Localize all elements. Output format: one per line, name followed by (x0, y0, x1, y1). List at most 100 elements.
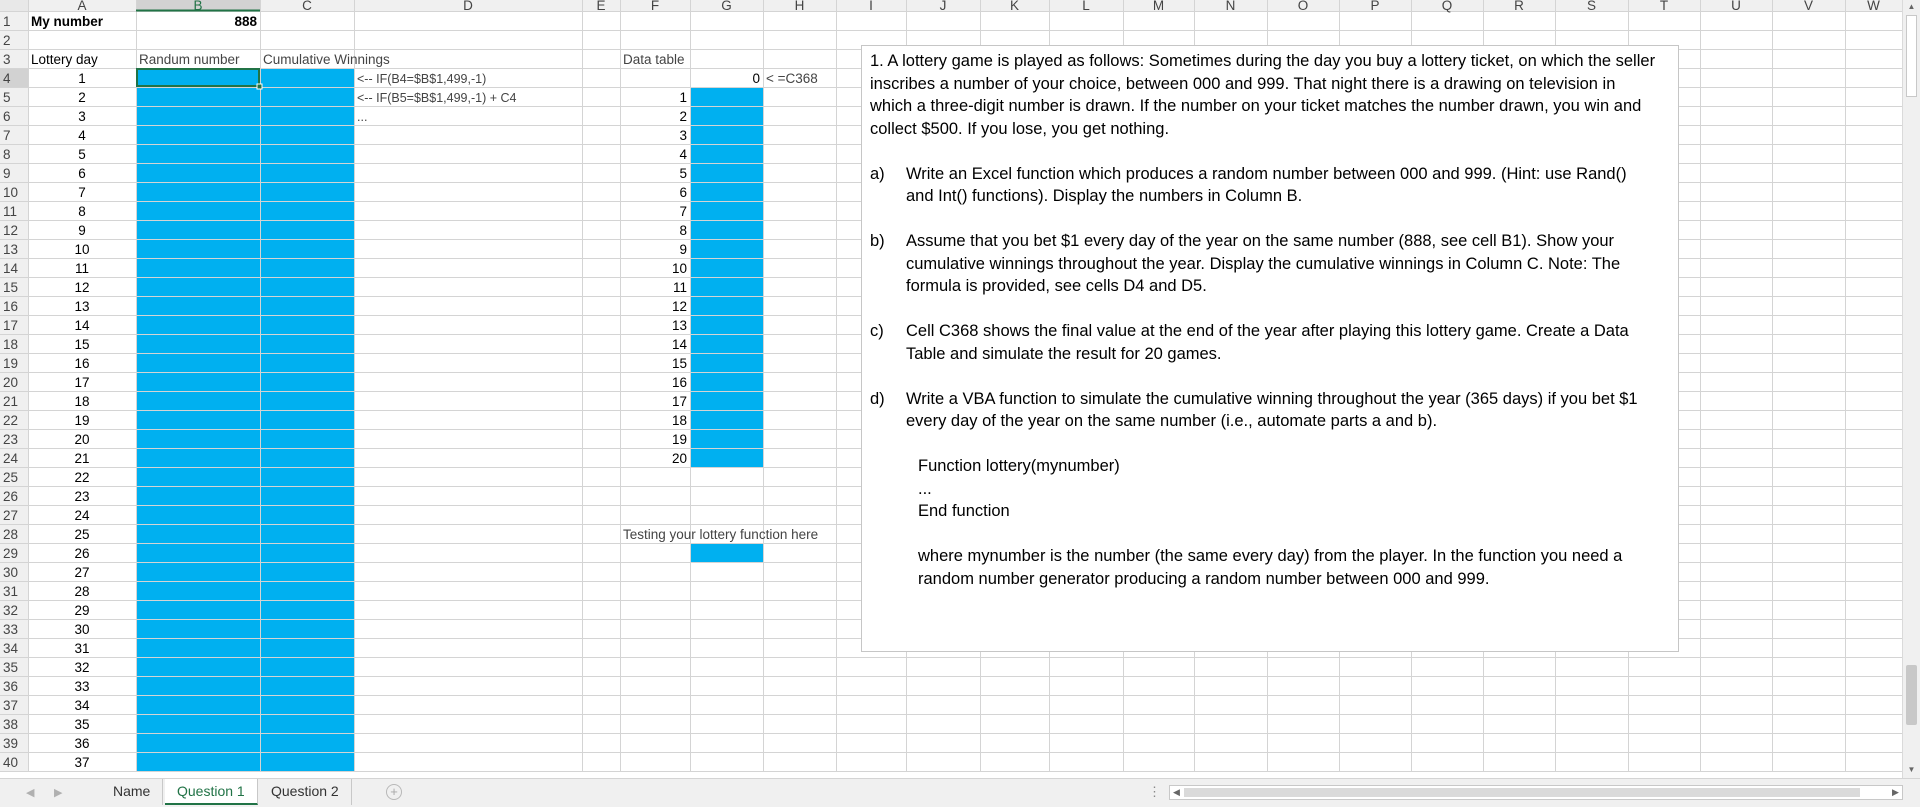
question-textbox[interactable]: 1. A lottery game is played as follows: … (861, 45, 1679, 652)
row-header: 14 (3, 261, 19, 276)
column-header: B (193, 0, 202, 13)
lottery-day-cell: 21 (74, 451, 89, 466)
add-sheet-icon[interactable]: + (386, 784, 402, 800)
row-header: 35 (3, 660, 18, 675)
row-header: 9 (3, 166, 11, 181)
lottery-day-cell: 14 (74, 318, 90, 333)
cell-b1: 888 (234, 14, 257, 29)
fill-handle[interactable] (256, 83, 263, 90)
scroll-left-icon[interactable]: ◀ (1170, 786, 1183, 799)
column-header: S (1587, 0, 1596, 13)
lottery-day-cell: 2 (78, 90, 86, 105)
cell-f3: Data table (623, 52, 685, 67)
data-table-index-cell: 11 (673, 280, 687, 295)
column-header: A (77, 0, 86, 13)
scroll-right-icon[interactable]: ▶ (1889, 786, 1902, 799)
column-header: N (1226, 0, 1236, 13)
part-c: c) Cell C368 shows the final value at th… (870, 320, 1656, 365)
next-sheet-icon[interactable]: ▶ (54, 786, 62, 799)
part-d-label: d) (870, 389, 885, 408)
sheet-tab-bar: ◀ ▶ Name Question 1 Question 2 + ⋮ ◀ ▶ (0, 778, 1920, 807)
row-header: 29 (3, 546, 18, 561)
lottery-day-cell: 36 (74, 736, 89, 751)
lottery-day-cell: 4 (78, 128, 86, 143)
column-header: W (1867, 0, 1880, 13)
data-table-index-cell: 18 (672, 413, 687, 428)
data-table-index-cell: 17 (672, 394, 687, 409)
lottery-day-cell: 23 (74, 489, 89, 504)
select-all-corner[interactable] (0, 0, 28, 11)
column-header: R (1514, 0, 1524, 13)
lottery-day-cell: 29 (74, 603, 89, 618)
data-table-index-cell: 12 (672, 299, 687, 314)
vertical-scrollbar[interactable]: ▲ ▼ (1902, 0, 1920, 778)
code-line-1: Function lottery(mynumber) (918, 457, 1120, 475)
row-header: 8 (3, 147, 11, 162)
lottery-day-cell: 28 (74, 584, 89, 599)
row-header: 30 (3, 565, 18, 580)
row-header: 33 (3, 622, 18, 637)
column-header: M (1153, 0, 1164, 13)
row-header: 24 (3, 451, 19, 466)
lottery-day-cell: 15 (74, 337, 89, 352)
lottery-day-cell: 37 (74, 755, 89, 770)
cell-d6: ... (357, 110, 367, 124)
cell-d4: <-- IF(B4=$B$1,499,-1) (357, 72, 486, 86)
tab-question-2[interactable]: Question 2 (259, 779, 352, 805)
lottery-day-cell: 9 (78, 223, 86, 238)
question-1-text: 1. A lottery game is played as follows: … (870, 52, 1656, 138)
column-header: U (1731, 0, 1741, 13)
row-header: 18 (3, 337, 18, 352)
test-function-cell[interactable] (690, 543, 763, 562)
lottery-day-cell: 30 (74, 622, 89, 637)
vertical-scroll-thumb[interactable] (1906, 665, 1917, 725)
code-line-2: ... (918, 479, 932, 498)
row-header: 20 (3, 375, 18, 390)
lottery-day-cell: 25 (74, 527, 89, 542)
data-table-index-cell: 4 (679, 147, 687, 162)
lottery-day-cell: 12 (74, 280, 89, 295)
data-table-index-cell: 3 (679, 128, 687, 143)
row-header: 27 (3, 508, 18, 523)
column-header: T (1660, 0, 1668, 13)
vertical-scroll-track[interactable] (1906, 15, 1917, 97)
row-header: 6 (3, 109, 11, 124)
row-header: 15 (3, 280, 18, 295)
row-header: 19 (3, 356, 18, 371)
data-table-index-cell: 1 (679, 90, 687, 105)
lottery-day-cell: 31 (74, 641, 89, 656)
row-header: 1 (3, 14, 11, 29)
code-line-3: End function (918, 502, 1010, 520)
part-a-text: Write an Excel function which produces a… (906, 164, 1627, 206)
cell-h4: < =C368 (766, 71, 818, 86)
prev-sheet-icon[interactable]: ◀ (26, 786, 34, 799)
horizontal-scroll-thumb[interactable] (1184, 788, 1860, 797)
data-table-index-cell: 8 (679, 223, 687, 238)
tab-question-1[interactable]: Question 1 (165, 779, 258, 805)
row-header: 17 (3, 318, 18, 333)
data-table-index-cell: 15 (672, 356, 687, 371)
column-header: G (721, 0, 732, 13)
lottery-day-cell: 17 (74, 375, 89, 390)
column-header: J (940, 0, 947, 13)
lottery-day-cell: 3 (78, 109, 86, 124)
row-header: 13 (3, 242, 18, 257)
horizontal-scrollbar[interactable]: ◀ ▶ (1169, 785, 1903, 800)
data-table-index-cell: 16 (672, 375, 687, 390)
tab-name[interactable]: Name (101, 779, 164, 805)
data-table-index-cell: 10 (672, 261, 687, 276)
random-number-fill[interactable] (136, 68, 354, 771)
data-table-index-cell: 9 (679, 242, 687, 257)
lottery-day-cell: 33 (74, 679, 89, 694)
lottery-day-cell: 1 (78, 71, 86, 86)
column-header: O (1298, 0, 1309, 13)
lottery-day-cell: 27 (74, 565, 89, 580)
column-header: Q (1442, 0, 1453, 13)
scroll-up-icon[interactable]: ▲ (1906, 1, 1917, 13)
column-header: H (795, 0, 805, 13)
more-options-icon[interactable]: ⋮ (1148, 784, 1161, 800)
column-header: P (1370, 0, 1379, 13)
data-table-index-cell: 13 (672, 318, 687, 333)
scroll-down-icon[interactable]: ▼ (1906, 764, 1917, 776)
data-table-index-cell: 20 (672, 451, 687, 466)
